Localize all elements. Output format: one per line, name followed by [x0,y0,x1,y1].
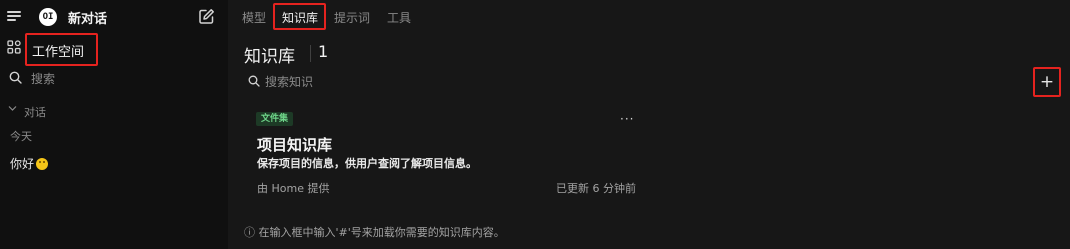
knowledge-search-input[interactable] [265,72,565,92]
page-title: 知识库 [244,47,295,67]
knowledge-card-updated: 已更新 6 分钟前 [556,182,636,195]
hamburger-icon[interactable] [7,10,21,22]
collection-badge: 文件集 [256,112,294,126]
knowledge-card-provider: 由 Home 提供 [257,182,330,195]
search-icon [248,75,260,87]
app-logo[interactable]: OI [39,8,57,26]
chevron-down-icon[interactable] [8,105,17,112]
new-chat-button[interactable]: 新对话 [68,8,107,27]
conversations-section-label[interactable]: 对话 [24,104,46,120]
chat-item-label: 你好 [10,157,35,171]
pencil-square-icon[interactable] [198,8,215,25]
sidebar: OI 新对话 工作空间 搜索 对话 今天 你好 [0,0,228,249]
today-group-label: 今天 [10,130,32,143]
add-knowledge-button[interactable]: + [1036,71,1058,93]
grid-icon [7,40,21,54]
title-divider [310,45,311,62]
tab-tools[interactable]: 工具 [387,9,411,26]
knowledge-count: 1 [318,42,329,61]
sidebar-item-search[interactable]: 搜索 [31,70,55,87]
more-options-icon[interactable]: ··· [620,112,634,126]
tab-models[interactable]: 模型 [242,9,266,26]
knowledge-card-description: 保存项目的信息，供用户查阅了解项目信息。 [257,157,477,170]
smiling-face-emoji [36,158,49,170]
search-icon [9,71,22,84]
tab-prompts[interactable]: 提示词 [334,9,370,26]
sidebar-item-workspace[interactable]: 工作空间 [32,41,84,60]
chat-history-item[interactable]: 你好 [10,155,49,172]
knowledge-card-title[interactable]: 项目知识库 [257,134,332,155]
tab-knowledge-highlight [273,3,326,30]
hint-text: ⓘ 在输入框中输入'#'号来加载你需要的知识库内容。 [244,226,505,239]
